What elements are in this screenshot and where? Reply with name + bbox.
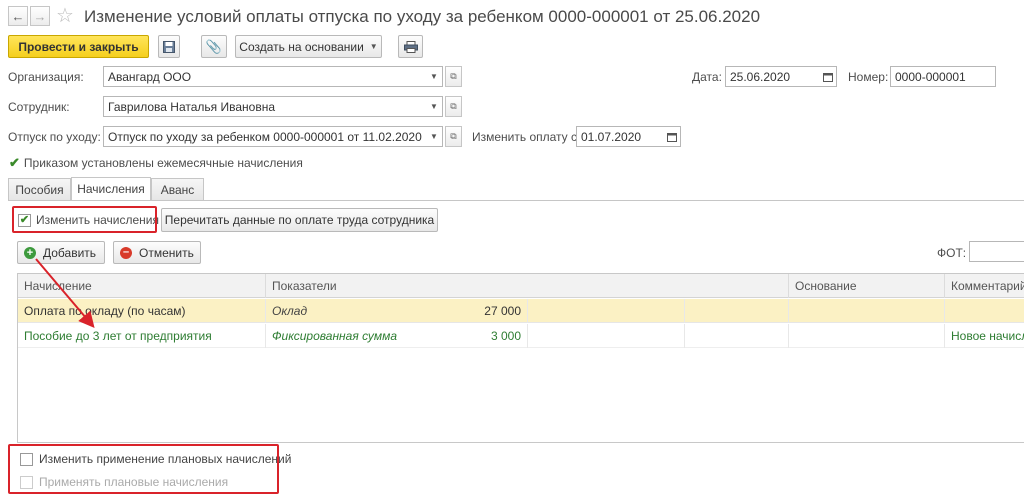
create-based-on-button[interactable]: Создать на основании ▼ <box>235 35 382 58</box>
date-calendar-button[interactable] <box>820 66 837 87</box>
monthly-accruals-label: Приказом установлены ежемесячные начисле… <box>23 156 303 170</box>
cell-amount: 3 000 <box>436 324 528 348</box>
tab-accruals[interactable]: Начисления <box>71 177 151 200</box>
plus-circle-icon: + <box>24 246 36 259</box>
leave-label: Отпуск по уходу: <box>8 130 101 144</box>
annotation-highlight-box <box>8 444 279 494</box>
cell-empty <box>528 324 685 348</box>
favorite-star-icon[interactable]: ☆ <box>56 3 74 28</box>
open-link-icon: ⧉ <box>450 131 457 141</box>
fot-field[interactable] <box>969 241 1024 262</box>
cell-accrual: Пособие до 3 лет от предприятия <box>18 324 266 348</box>
annotation-highlight-box <box>12 206 157 233</box>
cell-indicator: Оклад <box>272 304 308 318</box>
cancel-button[interactable]: – Отменить <box>113 241 201 264</box>
organization-open-button[interactable]: ⧉ <box>445 66 462 87</box>
checkmark-icon: ✔ <box>9 155 20 170</box>
number-label: Номер: <box>848 70 889 84</box>
cancel-button-label: Отменить <box>139 245 194 260</box>
save-button[interactable] <box>158 35 180 58</box>
cell-accrual: Оплата по окладу (по часам) <box>18 299 266 323</box>
cell-basis <box>789 299 945 323</box>
cell-empty <box>528 299 685 323</box>
employee-dropdown-button[interactable]: ▼ <box>426 96 443 117</box>
chevron-down-icon: ▼ <box>430 72 438 81</box>
tab-benefits[interactable]: Пособия <box>8 178 71 200</box>
chevron-down-icon: ▼ <box>369 42 378 51</box>
cell-comment: Новое начисл <box>951 329 1024 343</box>
leave-open-button[interactable]: ⧉ <box>445 126 462 147</box>
table-row[interactable]: Пособие до 3 лет от предприятия Фиксиров… <box>18 324 1024 348</box>
monthly-accruals-checkbox[interactable]: ✔ Приказом установлены ежемесячные начис… <box>9 155 303 171</box>
column-header-accrual[interactable]: Начисление <box>18 274 266 298</box>
leave-field[interactable]: Отпуск по уходу за ребенком 0000-000001 … <box>103 126 427 147</box>
organization-dropdown-button[interactable]: ▼ <box>426 66 443 87</box>
calendar-icon <box>823 72 833 82</box>
employee-label: Сотрудник: <box>8 100 70 114</box>
cell-indicator: Фиксированная сумма <box>272 329 398 343</box>
arrow-left-icon: ← <box>11 8 25 24</box>
employee-open-button[interactable]: ⧉ <box>445 96 462 117</box>
change-payment-calendar-button[interactable] <box>664 126 681 147</box>
organization-field[interactable]: Авангард ООО <box>103 66 427 87</box>
date-field[interactable]: 25.06.2020 <box>725 66 821 87</box>
chevron-down-icon: ▼ <box>430 132 438 141</box>
attach-button[interactable]: 📎 <box>201 35 227 58</box>
change-payment-from-field[interactable]: 01.07.2020 <box>576 126 665 147</box>
forward-button[interactable]: → <box>30 6 50 26</box>
back-button[interactable]: ← <box>8 6 28 26</box>
organization-label: Организация: <box>8 70 84 84</box>
create-based-on-label: Создать на основании <box>239 39 364 54</box>
cell-basis <box>789 324 945 348</box>
arrow-right-icon: → <box>33 8 47 24</box>
reread-data-button[interactable]: Перечитать данные по оплате труда сотруд… <box>161 208 438 232</box>
number-field[interactable]: 0000-000001 <box>890 66 996 87</box>
date-label: Дата: <box>692 70 722 84</box>
leave-dropdown-button[interactable]: ▼ <box>426 126 443 147</box>
column-header-basis[interactable]: Основание <box>789 274 945 298</box>
table-header: Начисление Показатели Основание Коммента… <box>18 274 1024 298</box>
column-header-comment[interactable]: Комментарий <box>945 274 1024 298</box>
table-row[interactable]: Оплата по окладу (по часам) Оклад 27 000 <box>18 299 1024 323</box>
employee-field[interactable]: Гаврилова Наталья Ивановна <box>103 96 427 117</box>
tab-advance[interactable]: Аванс <box>151 178 204 200</box>
open-link-icon: ⧉ <box>450 71 457 81</box>
page-title: Изменение условий оплаты отпуска по уход… <box>84 7 761 26</box>
cell-empty <box>685 299 789 323</box>
calendar-icon <box>667 132 677 142</box>
chevron-down-icon: ▼ <box>430 102 438 111</box>
cell-comment <box>945 299 1024 323</box>
fot-label: ФОТ: <box>937 246 967 260</box>
change-payment-from-label: Изменить оплату с: <box>472 130 581 144</box>
post-and-close-button[interactable]: Провести и закрыть <box>8 35 149 58</box>
open-link-icon: ⧉ <box>450 101 457 111</box>
accruals-table: Начисление Показатели Основание Коммента… <box>17 273 1024 443</box>
print-button[interactable] <box>398 35 423 58</box>
cell-empty <box>685 324 789 348</box>
save-icon <box>163 40 175 53</box>
add-button-label: Добавить <box>43 245 97 260</box>
printer-icon <box>403 40 418 53</box>
add-button[interactable]: + Добавить <box>17 241 105 264</box>
cell-amount: 27 000 <box>436 299 528 323</box>
tab-divider <box>8 200 1024 201</box>
minus-circle-icon: – <box>120 246 132 259</box>
column-header-indicators[interactable]: Показатели <box>266 274 789 298</box>
paperclip-icon: 📎 <box>205 38 223 54</box>
